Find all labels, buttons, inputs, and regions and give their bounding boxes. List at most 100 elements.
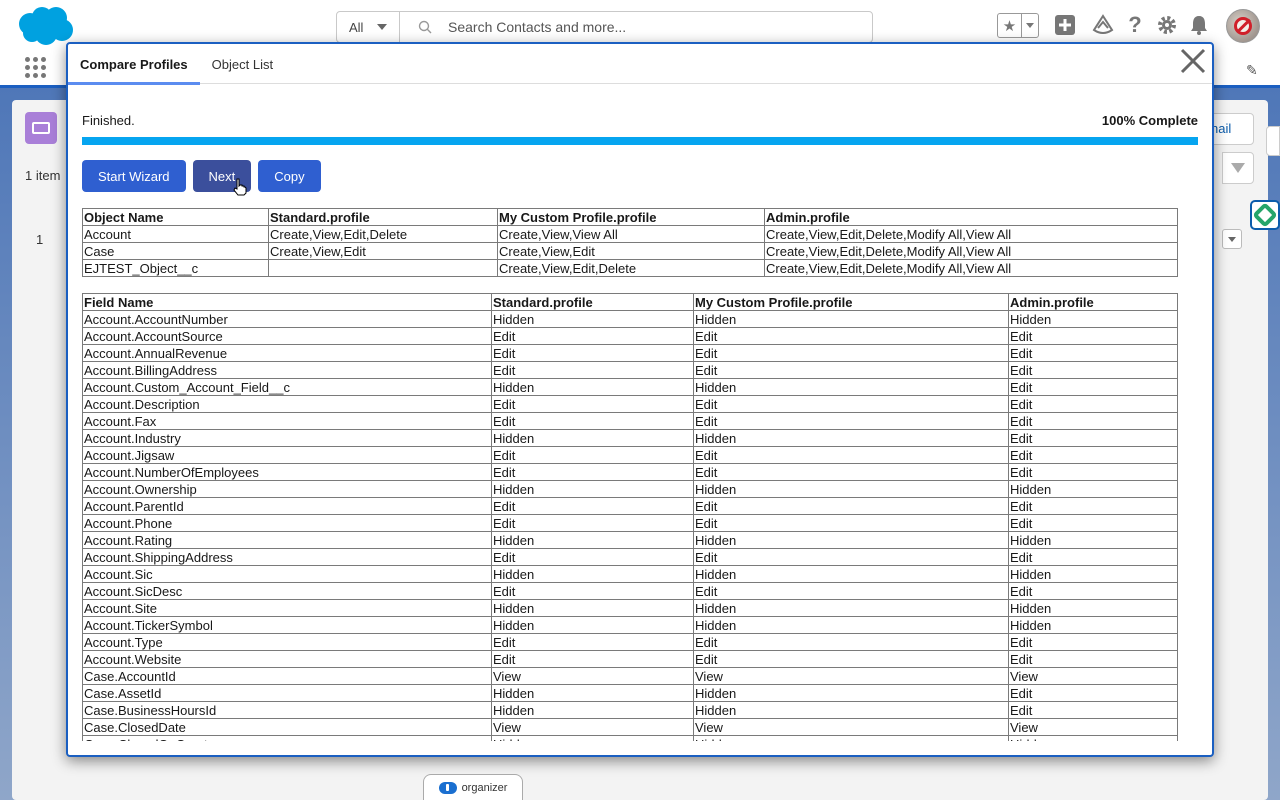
modal-content: Finished. 100% Complete Start Wizard Nex… bbox=[68, 44, 1212, 741]
permission-cell: Edit bbox=[491, 582, 694, 600]
search-scope-select[interactable]: All bbox=[337, 12, 400, 42]
row-label-cell: Case.ClosedDate bbox=[82, 718, 492, 736]
field-permissions-table: Field Name Standard.profile My Custom Prof… bbox=[82, 293, 1178, 741]
filter-icon[interactable] bbox=[1222, 152, 1254, 184]
side-panel-toggle[interactable] bbox=[1266, 126, 1280, 156]
row-label-cell: Account.Industry bbox=[82, 429, 492, 447]
permission-cell: Hidden bbox=[491, 701, 694, 719]
user-avatar[interactable] bbox=[1226, 9, 1260, 43]
row-label-cell: Account.AccountNumber bbox=[82, 310, 492, 328]
favorites-star-icon[interactable]: ★ bbox=[998, 14, 1022, 37]
field-row: Account.AccountNumber Hidden Hidden Hidden bbox=[82, 310, 1178, 328]
column-header: Object Name bbox=[82, 208, 269, 226]
field-row: Account.BillingAddress Edit Edit Edit bbox=[82, 361, 1178, 379]
permission-cell: Edit bbox=[1008, 412, 1178, 430]
copy-button[interactable]: Copy bbox=[258, 160, 321, 192]
trailhead-icon[interactable] bbox=[1092, 14, 1114, 36]
row-label-cell: Account.Jigsaw bbox=[82, 446, 492, 464]
start-wizard-button[interactable]: Start Wizard bbox=[82, 160, 186, 192]
help-icon[interactable]: ? bbox=[1124, 12, 1146, 37]
field-row: Account.Jigsaw Edit Edit Edit bbox=[82, 446, 1178, 464]
object-row: Account Create,View,Edit,Delete Create,Vie… bbox=[82, 225, 1178, 243]
permission-cell: Hidden bbox=[693, 480, 1009, 498]
field-row: Account.ShippingAddress Edit Edit Edit bbox=[82, 548, 1178, 566]
app-launcher-icon[interactable] bbox=[25, 57, 47, 79]
organizer-extension-tab[interactable]: organizer bbox=[423, 774, 523, 800]
search-icon bbox=[418, 20, 432, 34]
permission-cell: Hidden bbox=[693, 378, 1009, 396]
permission-cell: Hidden bbox=[693, 429, 1009, 447]
permission-cell: Hidden bbox=[1008, 599, 1178, 617]
compare-profiles-modal: Compare Profiles Object List Finished. 1… bbox=[66, 42, 1214, 757]
permission-cell: Edit bbox=[491, 650, 694, 668]
setup-gear-icon[interactable] bbox=[1156, 14, 1178, 36]
field-row: Case.AssetId Hidden Hidden Edit bbox=[82, 684, 1178, 702]
row-label-cell: Account bbox=[82, 225, 269, 243]
chevron-down-icon bbox=[377, 24, 388, 30]
row-actions-dropdown-icon[interactable] bbox=[1222, 229, 1242, 249]
global-search-input[interactable] bbox=[448, 19, 828, 35]
row-label-cell: Account.Description bbox=[82, 395, 492, 413]
permission-cell: Edit bbox=[1008, 446, 1178, 464]
permission-cell: Edit bbox=[491, 514, 694, 532]
salesforce-logo-icon[interactable] bbox=[16, 6, 74, 46]
column-header: My Custom Profile.profile bbox=[693, 293, 1009, 311]
row-label-cell: Account.BillingAddress bbox=[82, 361, 492, 379]
row-label-cell: Account.SicDesc bbox=[82, 582, 492, 600]
permission-cell: Hidden bbox=[693, 310, 1009, 328]
progress-bar bbox=[82, 137, 1198, 145]
row-label-cell: Account.Custom_Account_Field__c bbox=[82, 378, 492, 396]
permission-cell: Edit bbox=[1008, 701, 1178, 719]
field-row: Account.AccountSource Edit Edit Edit bbox=[82, 327, 1178, 345]
row-label-cell: Case.BusinessHoursId bbox=[82, 701, 492, 719]
permission-cell: Edit bbox=[693, 497, 1009, 515]
permission-cell: Edit bbox=[1008, 361, 1178, 379]
row-label-cell: Account.Ownership bbox=[82, 480, 492, 498]
field-row: Account.Sic Hidden Hidden Hidden bbox=[82, 565, 1178, 583]
permission-cell: Edit bbox=[693, 344, 1009, 362]
permission-cell: Edit bbox=[491, 412, 694, 430]
permission-cell: Edit bbox=[1008, 582, 1178, 600]
permission-cell: Edit bbox=[693, 327, 1009, 345]
permission-cell: Edit bbox=[1008, 514, 1178, 532]
permission-cell: Edit bbox=[491, 548, 694, 566]
row-label-cell: Case.ClosedOnCreate bbox=[82, 735, 492, 741]
extension-badge-icon[interactable] bbox=[1250, 200, 1280, 230]
row-label-cell: Account.TickerSymbol bbox=[82, 616, 492, 634]
permission-cell: Hidden bbox=[491, 599, 694, 617]
permission-cell: Create,View,Edit bbox=[268, 242, 498, 260]
global-create-icon[interactable] bbox=[1054, 14, 1076, 36]
global-search: All bbox=[336, 11, 873, 43]
field-row: Case.ClosedDate View View View bbox=[82, 718, 1178, 736]
column-header: Admin.profile bbox=[764, 208, 1178, 226]
permission-cell: Hidden bbox=[1008, 735, 1178, 741]
permission-cell: Edit bbox=[1008, 650, 1178, 668]
notifications-bell-icon[interactable] bbox=[1188, 14, 1210, 36]
field-row: Account.Industry Hidden Hidden Edit bbox=[82, 429, 1178, 447]
permission-cell: View bbox=[491, 667, 694, 685]
permission-cell: Hidden bbox=[693, 701, 1009, 719]
column-header: Standard.profile bbox=[491, 293, 694, 311]
permission-cell: Hidden bbox=[491, 480, 694, 498]
organizer-label: organizer bbox=[461, 781, 508, 794]
permission-cell: Hidden bbox=[1008, 310, 1178, 328]
favorites-dropdown-icon[interactable] bbox=[1022, 14, 1038, 37]
field-row: Account.Ownership Hidden Hidden Hidden bbox=[82, 480, 1178, 498]
permission-cell: Edit bbox=[1008, 497, 1178, 515]
permission-cell: View bbox=[1008, 667, 1178, 685]
row-label-cell: Case.AssetId bbox=[82, 684, 492, 702]
permission-cell: Hidden bbox=[491, 565, 694, 583]
permission-cell: Edit bbox=[1008, 633, 1178, 651]
row-label-cell: Account.Fax bbox=[82, 412, 492, 430]
edit-nav-pencil-icon[interactable]: ✎ bbox=[1246, 62, 1258, 79]
field-row: Account.Rating Hidden Hidden Hidden bbox=[82, 531, 1178, 549]
progress-bar-fill bbox=[82, 137, 1198, 145]
permission-cell: Hidden bbox=[491, 684, 694, 702]
permission-cell: Edit bbox=[491, 446, 694, 464]
permission-cell: Edit bbox=[693, 446, 1009, 464]
permission-cell: Hidden bbox=[491, 429, 694, 447]
permission-cell: View bbox=[693, 718, 1009, 736]
permission-cell: Edit bbox=[491, 395, 694, 413]
field-row: Account.Type Edit Edit Edit bbox=[82, 633, 1178, 651]
permission-cell: Edit bbox=[1008, 327, 1178, 345]
